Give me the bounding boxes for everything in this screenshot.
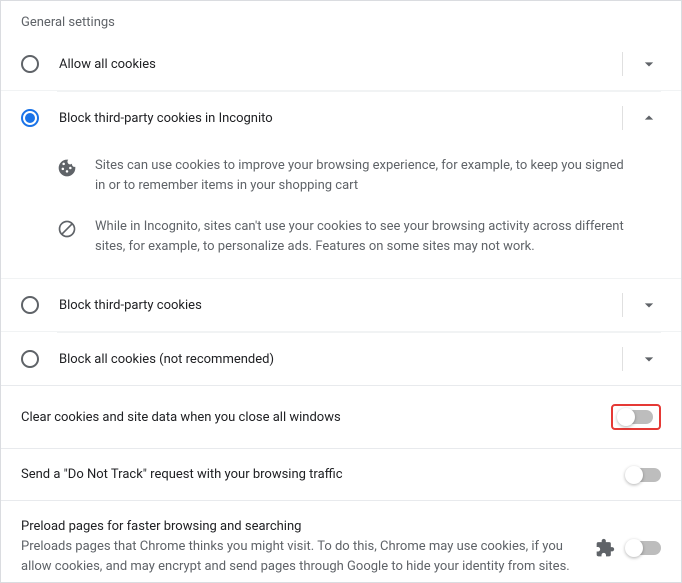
extension-icon	[595, 538, 615, 558]
radio-icon	[21, 350, 39, 368]
radio-row-block-all[interactable]: Block all cookies (not recommended)	[1, 333, 681, 386]
chevron-down-icon[interactable]	[637, 293, 661, 317]
cookie-icon	[57, 158, 77, 178]
incognito-details: Sites can use cookies to improve your br…	[1, 144, 681, 279]
section-title: General settings	[1, 1, 681, 38]
toggle-label: Send a "Do Not Track" request with your …	[21, 467, 615, 482]
toggle-row-do-not-track[interactable]: Send a "Do Not Track" request with your …	[1, 449, 681, 501]
radio-row-allow-all[interactable]: Allow all cookies	[1, 38, 681, 91]
radio-icon	[21, 296, 39, 314]
expand-divider	[622, 293, 661, 317]
settings-panel: General settings Allow all cookies Block…	[0, 0, 682, 583]
radio-label: Block all cookies (not recommended)	[59, 352, 612, 367]
collapse-divider	[622, 106, 661, 130]
radio-icon	[21, 55, 39, 73]
radio-label: Block third-party cookies	[59, 298, 612, 313]
cookie-behavior-radiogroup: Allow all cookies Block third-party cook…	[1, 38, 681, 386]
radio-icon-selected	[21, 109, 39, 127]
toggle-switch[interactable]	[619, 410, 653, 424]
detail-cookie: Sites can use cookies to improve your br…	[1, 148, 681, 203]
radio-label: Allow all cookies	[59, 57, 612, 72]
toggle-subtitle: Preloads pages that Chrome thinks you mi…	[21, 537, 583, 576]
toggle-switch[interactable]	[627, 468, 661, 482]
toggle-row-preload[interactable]: Preload pages for faster browsing and se…	[1, 501, 681, 583]
toggle-row-clear-on-close[interactable]: Clear cookies and site data when you clo…	[1, 386, 681, 449]
detail-block-text: While in Incognito, sites can't use your…	[95, 217, 661, 256]
chevron-up-icon[interactable]	[637, 106, 661, 130]
radio-row-block-incognito[interactable]: Block third-party cookies in Incognito	[1, 92, 681, 144]
expand-divider	[622, 347, 661, 371]
toggle-switch[interactable]	[627, 541, 661, 555]
chevron-down-icon[interactable]	[637, 347, 661, 371]
highlight-box	[611, 404, 661, 430]
radio-row-block-third[interactable]: Block third-party cookies	[1, 279, 681, 332]
radio-label: Block third-party cookies in Incognito	[59, 111, 612, 126]
toggle-label: Clear cookies and site data when you clo…	[21, 410, 599, 425]
detail-cookie-text: Sites can use cookies to improve your br…	[95, 156, 661, 195]
chevron-down-icon[interactable]	[637, 52, 661, 76]
expand-divider	[622, 52, 661, 76]
toggle-title: Preload pages for faster browsing and se…	[21, 519, 583, 534]
detail-block: While in Incognito, sites can't use your…	[1, 209, 681, 264]
block-icon	[57, 219, 77, 239]
